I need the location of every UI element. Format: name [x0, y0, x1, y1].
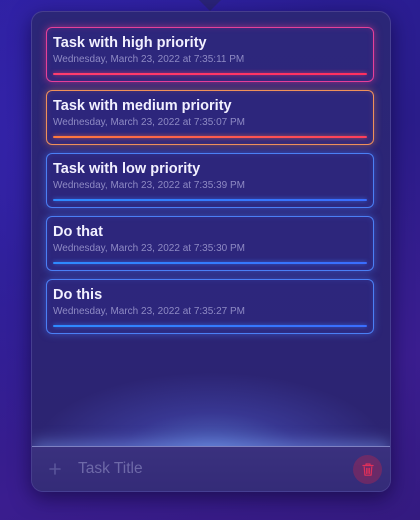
popover-arrow	[199, 0, 221, 11]
task-date: Wednesday, March 23, 2022 at 7:35:30 PM	[53, 243, 245, 254]
task-list: Task with high priority Wednesday, March…	[46, 27, 376, 342]
task-card-medium-priority[interactable]: Task with medium priority Wednesday, Mar…	[46, 90, 374, 145]
priority-bar	[53, 136, 367, 138]
new-task-bar	[32, 446, 390, 491]
task-date: Wednesday, March 23, 2022 at 7:35:27 PM	[53, 306, 245, 317]
task-card-do-that[interactable]: Do that Wednesday, March 23, 2022 at 7:3…	[46, 216, 374, 271]
plus-icon[interactable]	[45, 459, 65, 479]
task-card-do-this[interactable]: Do this Wednesday, March 23, 2022 at 7:3…	[46, 279, 374, 334]
task-date: Wednesday, March 23, 2022 at 7:35:07 PM	[53, 117, 245, 128]
task-card-high-priority[interactable]: Task with high priority Wednesday, March…	[46, 27, 374, 82]
task-card-low-priority[interactable]: Task with low priority Wednesday, March …	[46, 153, 374, 208]
delete-button[interactable]	[353, 455, 382, 484]
priority-bar	[53, 325, 367, 327]
trash-icon	[361, 462, 375, 477]
task-title: Task with high priority	[53, 35, 207, 51]
task-title: Task with medium priority	[53, 98, 232, 114]
priority-bar	[53, 73, 367, 75]
task-date: Wednesday, March 23, 2022 at 7:35:39 PM	[53, 180, 245, 191]
task-date: Wednesday, March 23, 2022 at 7:35:11 PM	[53, 54, 245, 65]
task-title: Do that	[53, 224, 103, 240]
priority-bar	[53, 262, 367, 264]
task-title: Do this	[53, 287, 103, 303]
task-title-input[interactable]	[78, 458, 338, 480]
priority-bar	[53, 199, 367, 201]
task-title: Task with low priority	[53, 161, 201, 177]
bottom-glow	[32, 372, 390, 452]
task-popover: Task with high priority Wednesday, March…	[31, 11, 391, 492]
